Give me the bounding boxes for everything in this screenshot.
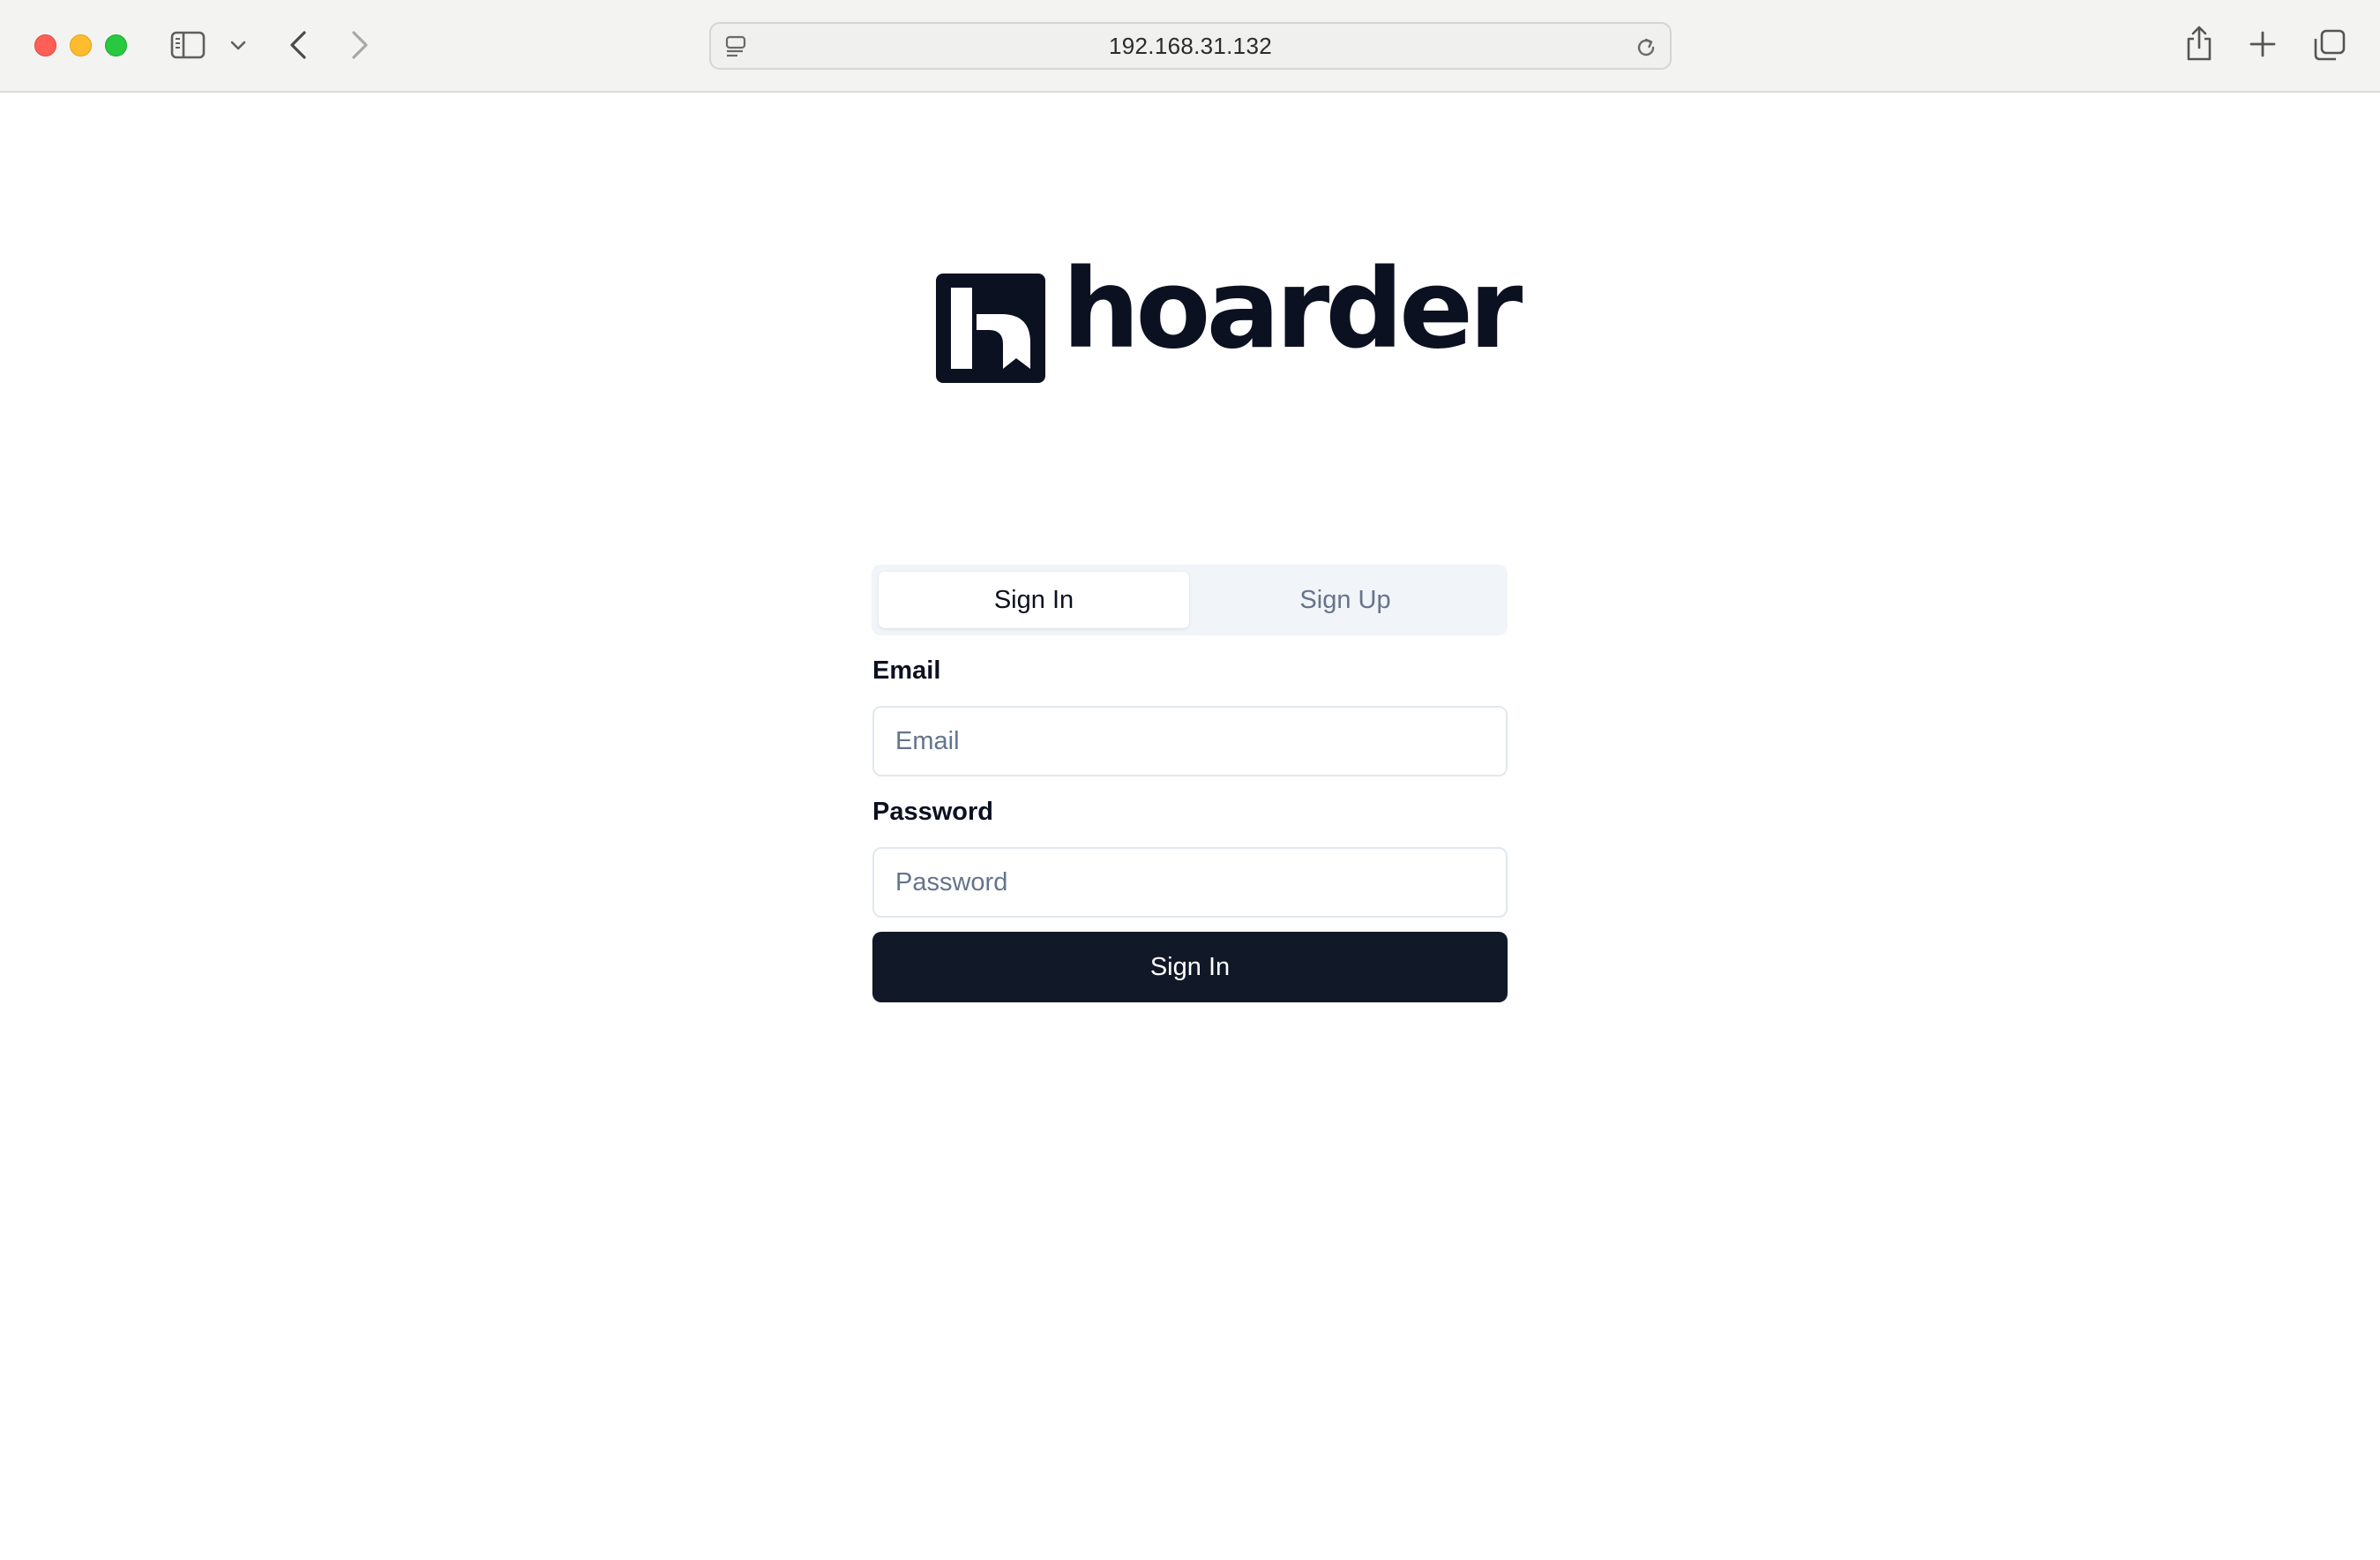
address-bar[interactable]: 192.168.31.132: [709, 22, 1672, 70]
sign-in-button[interactable]: Sign In: [872, 932, 1508, 1002]
bookmark-logo-icon: [936, 274, 1045, 383]
zoom-window-button[interactable]: [105, 34, 127, 56]
back-arrow-icon[interactable]: [282, 26, 314, 64]
browser-toolbar: 192.168.31.132: [0, 0, 2380, 93]
chevron-down-icon[interactable]: [226, 35, 251, 56]
email-label: Email: [872, 656, 941, 685]
email-field[interactable]: [872, 706, 1508, 776]
close-window-button[interactable]: [34, 34, 56, 56]
reload-icon[interactable]: [1633, 34, 1659, 61]
url-text: 192.168.31.132: [1109, 32, 1272, 59]
share-icon[interactable]: [2183, 23, 2215, 64]
minimize-window-button[interactable]: [70, 34, 92, 56]
hoarder-logo: hoarder: [936, 255, 1523, 384]
plus-icon[interactable]: [2247, 28, 2279, 60]
password-field[interactable]: [872, 847, 1508, 918]
password-label: Password: [872, 798, 993, 826]
auth-tabs: Sign In Sign Up: [872, 565, 1508, 635]
sidebar-icon[interactable]: [170, 29, 206, 61]
tab-sign-in[interactable]: Sign In: [879, 572, 1189, 628]
brand-name: hoarder: [1062, 246, 1523, 373]
forward-arrow-icon[interactable]: [344, 26, 376, 64]
tabs-icon[interactable]: [2312, 27, 2347, 63]
tab-sign-up[interactable]: Sign Up: [1190, 572, 1501, 628]
